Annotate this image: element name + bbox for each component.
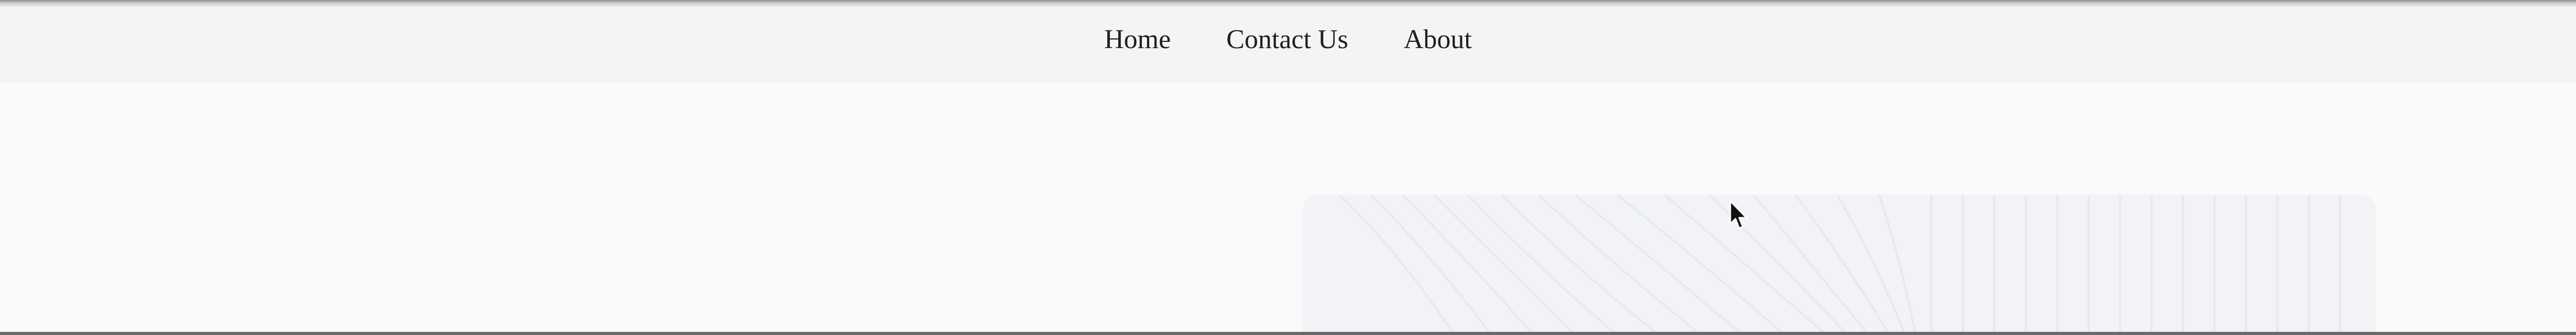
page: Home Contact Us About — [0, 0, 2576, 335]
decorative-pattern — [1338, 195, 2341, 335]
nav-link-home[interactable]: Home — [1104, 26, 1171, 53]
nav-links: Home Contact Us About — [0, 15, 2576, 65]
bottom-window-border — [0, 332, 2576, 335]
window-top-shadow — [0, 0, 2576, 7]
mouse-pointer-icon — [1729, 200, 1748, 229]
hero-pattern-card — [1303, 195, 2376, 335]
nav-link-contact-us[interactable]: Contact Us — [1226, 26, 1348, 53]
nav-link-about[interactable]: About — [1404, 26, 1472, 53]
top-navbar: Home Contact Us About — [0, 0, 2576, 83]
